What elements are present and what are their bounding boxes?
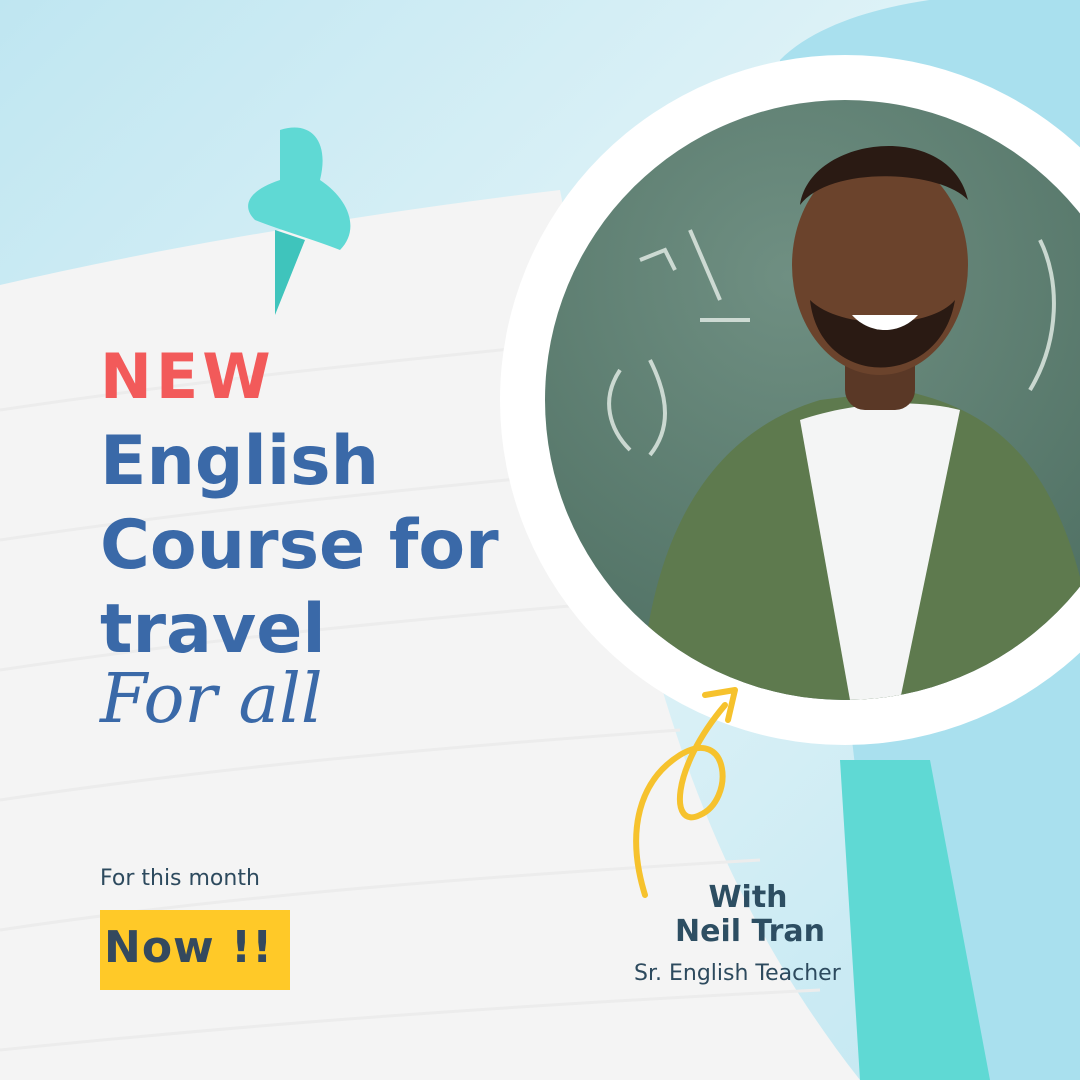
pushpin-icon — [248, 127, 351, 315]
curly-arrow-icon — [633, 687, 738, 898]
teacher-with: With — [708, 880, 788, 915]
title-line-2: Course for — [100, 506, 499, 585]
teacher-role: Sr. English Teacher — [634, 961, 841, 986]
promo-label: For this month — [100, 866, 260, 891]
teacher-name: Neil Tran — [674, 914, 826, 949]
poster-canvas: NEW English Course for travel For all Fo… — [0, 0, 1080, 1080]
course-title: English Course for travel — [100, 420, 499, 672]
new-badge: NEW — [100, 340, 275, 413]
cta-text: Now !! — [104, 922, 274, 973]
course-subtitle: For all — [100, 660, 323, 739]
title-line-1: English — [100, 422, 380, 501]
